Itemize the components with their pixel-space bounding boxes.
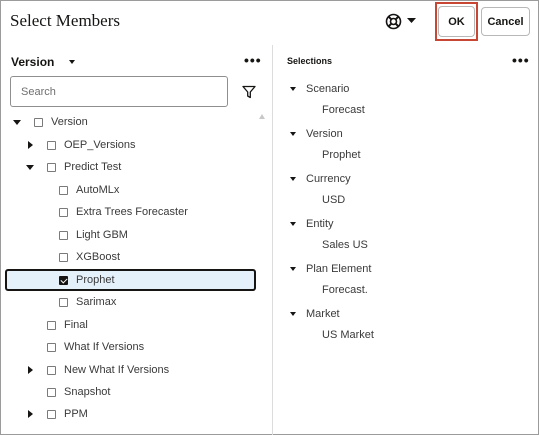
selected-member: Prophet [322,149,361,161]
selected-member: Forecast [322,104,365,116]
selection-dimension-label: Entity [306,218,334,230]
selection-dimension[interactable]: Plan Element [290,261,371,277]
selection-dimension[interactable]: Version [290,126,343,142]
expand-caret-icon[interactable] [290,312,296,316]
selection-dimension-label: Currency [306,173,351,185]
member-checkbox[interactable] [47,342,56,352]
filter-icon[interactable] [242,85,256,104]
select-members-dialog: Select Members OK Cancel Version ••• Sea… [0,0,539,435]
ok-button[interactable]: OK [438,6,475,37]
tree-row[interactable]: OEP_Versions [25,134,136,156]
selections-panel: Selections ••• Scenario Forecast Version Pr… [273,45,538,435]
tree-row[interactable]: Version [12,111,88,133]
member-label: AutoMLx [76,184,120,196]
member-checkbox[interactable] [59,207,68,217]
selected-member: US Market [322,329,374,341]
member-checkbox[interactable] [59,275,68,285]
member-label: Final [64,319,88,331]
member-label: Predict Test [64,161,122,173]
selections-more-actions-icon[interactable]: ••• [512,52,530,68]
member-checkbox[interactable] [59,297,68,307]
tree-row[interactable]: PPM [25,403,88,425]
expand-caret-icon[interactable] [290,87,296,91]
tree-row[interactable]: Extra Trees Forecaster [37,201,188,223]
tree-row[interactable]: Predict Test [25,156,121,178]
expand-caret-icon[interactable] [290,177,296,181]
member-checkbox[interactable] [59,230,68,240]
member-label: Light GBM [76,229,128,241]
members-more-actions-icon[interactable]: ••• [244,52,262,68]
tree-row[interactable]: What If Versions [25,336,144,358]
selected-member: USD [322,194,346,206]
tree-scroll-up-icon[interactable] [259,114,265,119]
expand-caret-icon[interactable] [290,267,296,271]
member-checkbox[interactable] [47,162,56,172]
member-label: New What If Versions [64,364,170,376]
selection-dimension[interactable]: Entity [290,216,334,232]
member-label: Version [51,116,88,128]
selections-heading: Selections [287,56,333,66]
selection-dimension-label: Plan Element [306,263,372,275]
tree-row[interactable]: Prophet [37,269,115,291]
dimension-selector-label[interactable]: Version [11,55,54,69]
help-menu-button[interactable] [385,10,425,32]
member-checkbox[interactable] [47,140,56,150]
selected-member: Sales US [322,239,368,251]
member-label: Extra Trees Forecaster [76,206,188,218]
selection-dimension-label: Scenario [306,83,350,95]
tree-row[interactable]: AutoMLx [37,179,119,201]
selection-dimension[interactable]: Currency [290,171,351,187]
member-label: Snapshot [64,386,111,398]
selection-dimension-label: Market [306,308,340,320]
cancel-button[interactable]: Cancel [481,7,530,36]
tree-row[interactable]: XGBoost [37,246,120,268]
member-checkbox[interactable] [47,387,56,397]
member-label: OEP_Versions [64,139,136,151]
member-label: XGBoost [76,251,121,263]
member-checkbox[interactable] [47,409,56,419]
expand-caret-icon[interactable] [25,162,35,172]
tree-row[interactable]: Light GBM [37,224,128,246]
tree-row[interactable]: Final [25,314,88,336]
search-input[interactable] [11,77,227,106]
member-checkbox[interactable] [34,117,43,127]
member-checkbox[interactable] [47,365,56,375]
expand-caret-icon[interactable] [12,117,22,127]
tree-row[interactable]: New What If Versions [25,359,169,381]
dialog-header: Select Members OK Cancel [1,1,538,43]
collapse-caret-icon[interactable] [25,140,35,150]
tree-row[interactable]: Snapshot [25,381,110,403]
member-checkbox[interactable] [59,252,68,262]
dimension-caret-icon[interactable] [69,60,75,64]
member-search-field[interactable] [10,76,228,107]
member-checkbox[interactable] [59,185,68,195]
member-checkbox[interactable] [47,320,56,330]
member-label: What If Versions [64,341,145,353]
collapse-caret-icon[interactable] [25,365,35,375]
collapse-caret-icon[interactable] [25,409,35,419]
selection-dimension[interactable]: Market [290,306,340,322]
member-label: Prophet [76,274,115,286]
selection-dimension[interactable]: Scenario [290,81,349,97]
expand-caret-icon[interactable] [290,222,296,226]
lifebuoy-icon [385,13,402,30]
selection-dimension-label: Version [306,128,343,140]
selected-member: Forecast. [322,284,368,296]
caret-down-icon [407,18,416,24]
members-panel: Version ••• Version OEP_Versions Predict T… [1,45,272,435]
tree-row[interactable]: Sarimax [37,291,116,313]
expand-caret-icon[interactable] [290,132,296,136]
dialog-title: Select Members [10,11,120,30]
member-label: PPM [64,408,88,420]
member-label: Sarimax [76,296,117,308]
